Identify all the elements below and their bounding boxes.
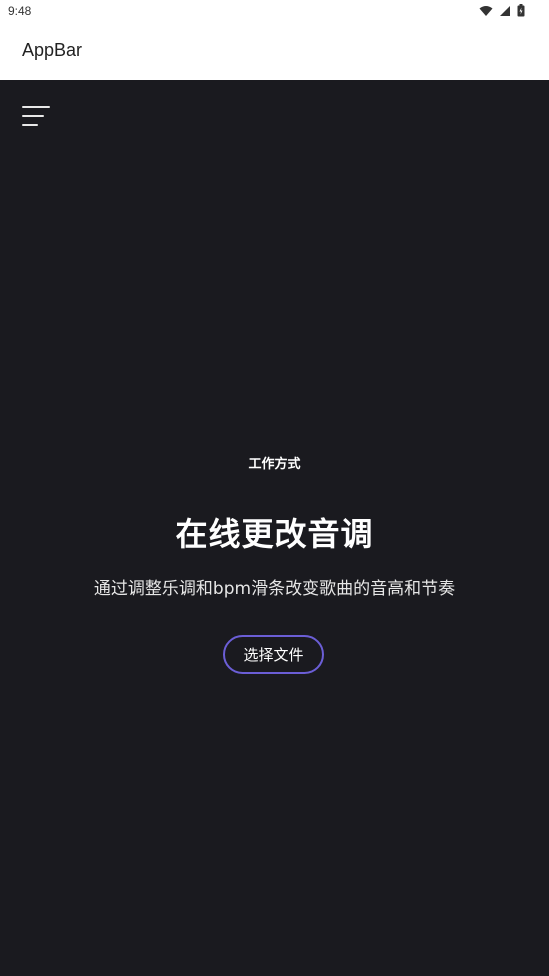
menu-button[interactable] (22, 104, 52, 130)
battery-icon (517, 4, 525, 17)
page-title: 在线更改音调 (175, 515, 374, 553)
signal-icon (500, 5, 510, 16)
page-subtitle: 通过调整乐调和bpm滑条改变歌曲的音高和节奏 (93, 579, 456, 599)
app-bar-title: AppBar (22, 40, 83, 60)
choose-file-button[interactable]: 选择文件 (223, 635, 324, 674)
screen: 9:48 AppBar 工作方式 在线更改音调 通过调整乐调和bpm滑条改变歌曲… (0, 0, 549, 976)
section-label: 工作方式 (248, 457, 301, 472)
wifi-icon (479, 5, 493, 16)
status-icons (479, 4, 525, 17)
app-bar: AppBar (0, 24, 549, 81)
status-time: 9:48 (8, 4, 32, 18)
status-bar: 9:48 (0, 0, 549, 24)
